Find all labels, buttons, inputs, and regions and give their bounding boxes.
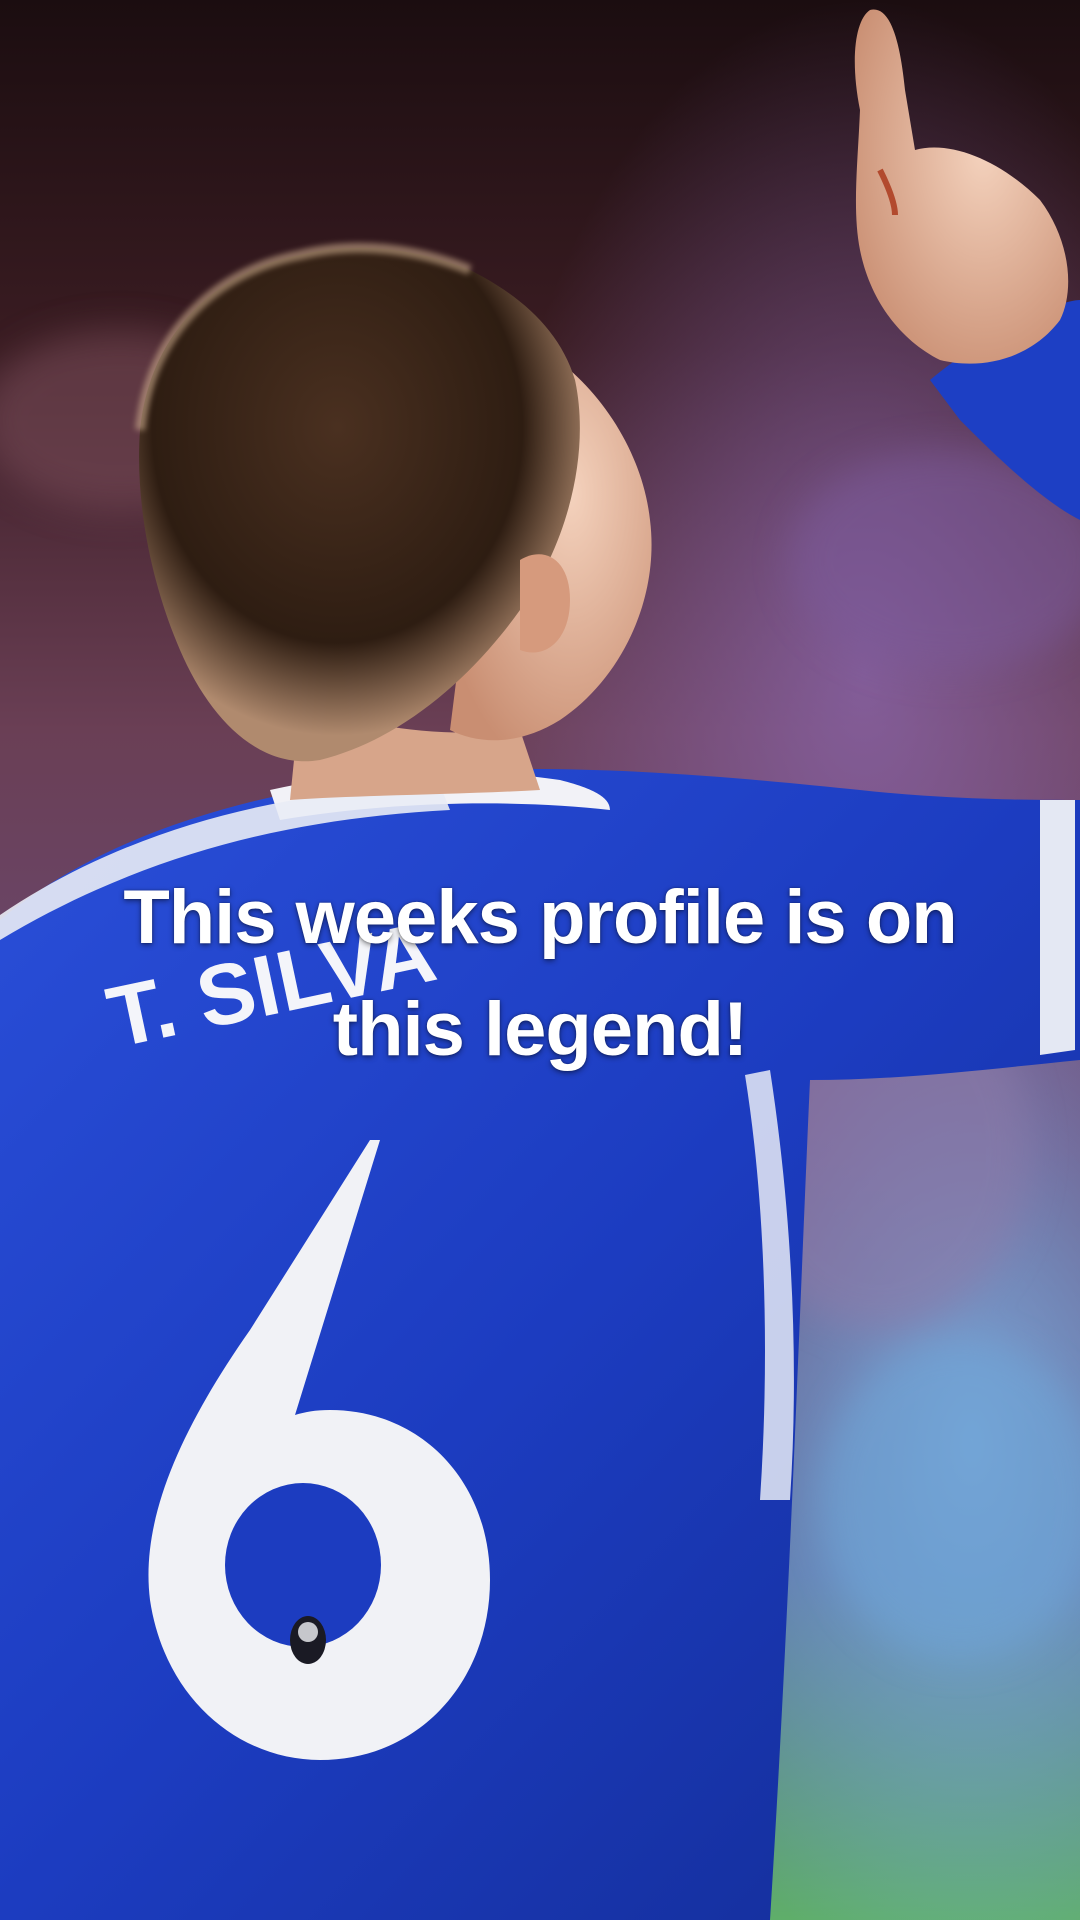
caption-line-1: This weeks profile is on [123, 875, 957, 960]
caption-line-2: this legend! [332, 987, 748, 1072]
overlay-caption: This weeks profile is on this legend! [0, 862, 1080, 1086]
story-frame: T. SILVA This weeks profile is on this l… [0, 0, 1080, 1920]
